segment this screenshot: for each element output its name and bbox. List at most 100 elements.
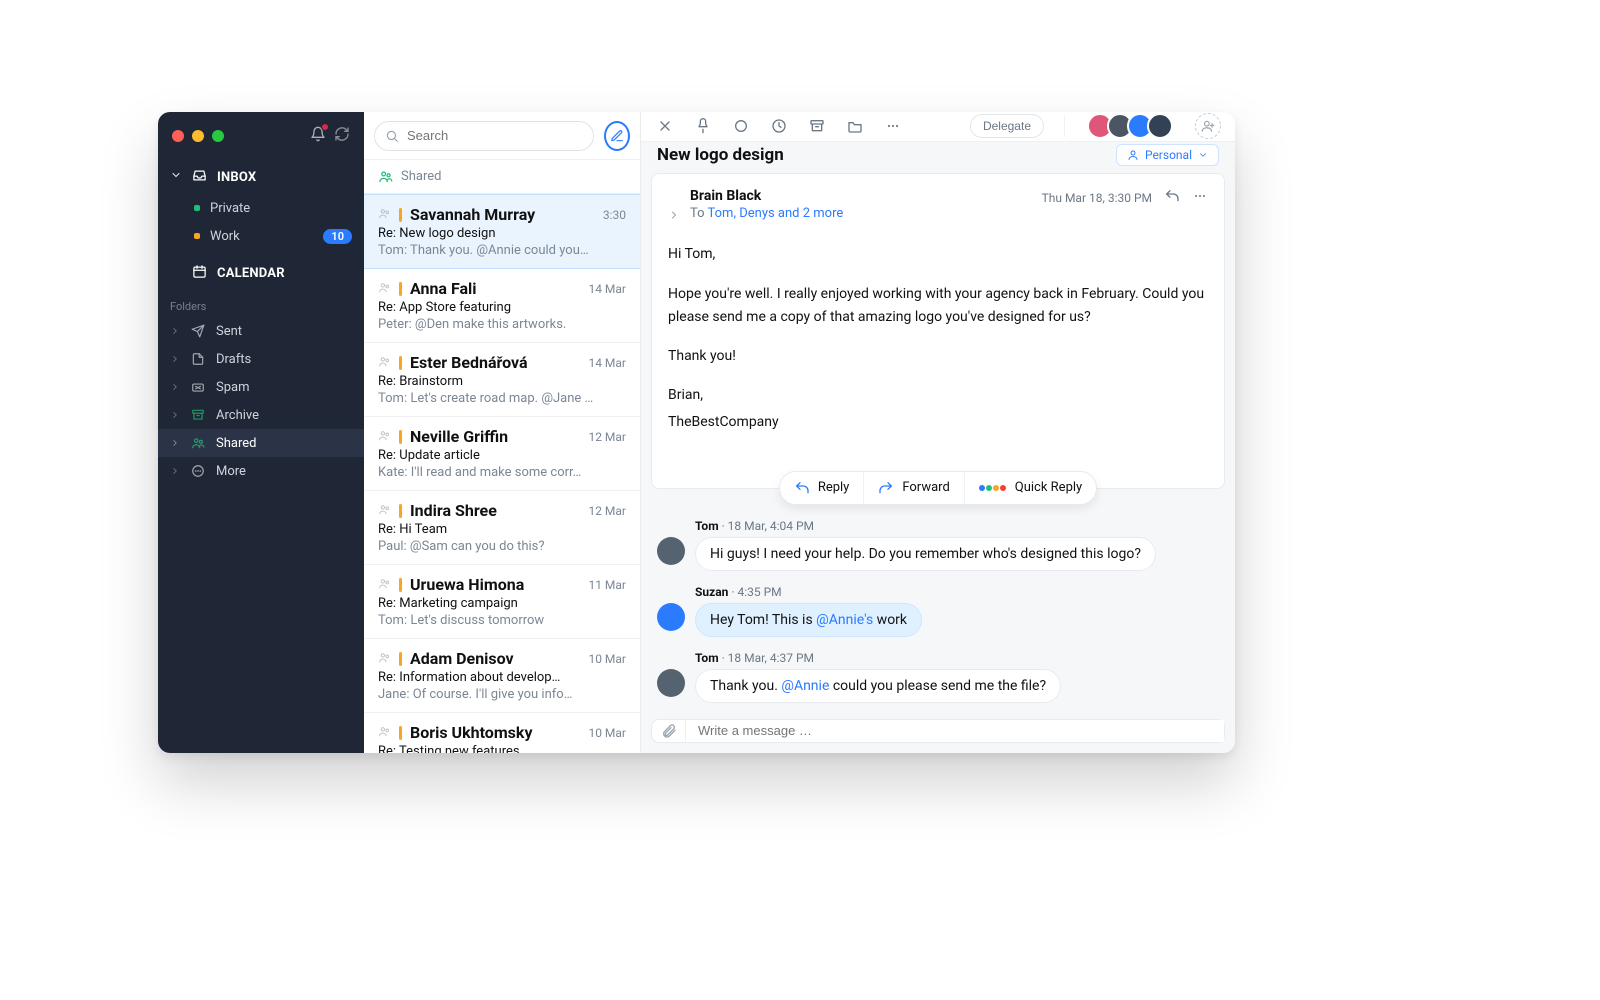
search-field[interactable] (374, 121, 594, 151)
more-icon (190, 464, 206, 478)
add-participant-button[interactable] (1195, 113, 1221, 139)
comment-meta: Tom · 18 Mar, 4:04 PM (695, 519, 1156, 533)
people-icon (378, 427, 391, 446)
mark-unread-button[interactable] (731, 116, 751, 136)
sidebar-item-shared[interactable]: Shared (158, 429, 364, 457)
dot-icon (194, 233, 200, 239)
list-header-label: Shared (401, 169, 441, 184)
participant-avatar[interactable] (1147, 113, 1173, 139)
thread-item[interactable]: Ester Bednářová 14 Mar Re: Brainstorm To… (364, 343, 640, 417)
quick-reply-icon (979, 480, 1007, 495)
sidebar-item-more[interactable]: More (158, 457, 364, 485)
reply-label: Reply (818, 480, 850, 495)
people-icon (378, 575, 391, 594)
close-button[interactable] (655, 116, 675, 136)
comment-meta: Tom · 18 Mar, 4:37 PM (695, 651, 1061, 665)
sidebar-item-drafts[interactable]: Drafts (158, 345, 364, 373)
expand-toggle[interactable] (668, 206, 680, 225)
email-recipients: To Tom, Denys and 2 more (690, 206, 843, 221)
delegate-button[interactable]: Delegate (970, 114, 1044, 138)
thread-item[interactable]: Savannah Murray 3:30 Re: New logo design… (364, 194, 640, 269)
traffic-light-minimize[interactable] (192, 130, 204, 142)
comment-bubble: Thank you. @Annie could you please send … (695, 669, 1061, 703)
tag-pill[interactable]: Personal (1116, 144, 1219, 166)
forward-icon (878, 480, 894, 496)
sidebar-inbox-work[interactable]: Work 10 (158, 222, 364, 250)
sidebar-item-archive[interactable]: Archive (158, 401, 364, 429)
comment-compose (651, 719, 1225, 743)
reply-button[interactable]: Reply (780, 472, 864, 504)
traffic-light-zoom[interactable] (212, 130, 224, 142)
attach-button[interactable] (652, 720, 686, 742)
sidebar-section-calendar[interactable]: CALENDAR (158, 256, 364, 290)
flag-indicator (399, 504, 402, 518)
pin-button[interactable] (693, 116, 713, 136)
more-button[interactable] (883, 116, 903, 136)
archive-button[interactable] (807, 116, 827, 136)
notifications-icon[interactable] (310, 126, 326, 146)
reading-pane: Delegate New logo design Personal Brain … (641, 112, 1235, 753)
recipients-link[interactable]: Tom, Denys and 2 more (708, 206, 844, 221)
app-window: INBOX Private Work 10 CALENDAR Folders S… (158, 112, 1235, 753)
notification-dot (321, 123, 329, 131)
thread-subject: Re: New logo design (378, 226, 626, 241)
shared-icon (190, 436, 206, 450)
private-label: Private (210, 201, 250, 216)
chevron-right-icon (170, 326, 180, 336)
comment-row: Tom · 18 Mar, 4:37 PM Thank you. @Annie … (657, 651, 1219, 703)
thread-item[interactable]: Uruewa Himona 11 Mar Re: Marketing campa… (364, 565, 640, 639)
dots-icon (1192, 188, 1208, 204)
forward-button[interactable]: Forward (863, 472, 963, 504)
thread-snippet: Peter: @Den make this artworks. (378, 317, 626, 332)
search-input[interactable] (407, 128, 583, 143)
thread-date: 3:30 (603, 208, 626, 222)
thread-date: 14 Mar (588, 282, 626, 296)
flag-indicator (399, 652, 402, 666)
email-more-button[interactable] (1192, 188, 1208, 207)
person-icon (1127, 149, 1139, 161)
spam-icon (190, 380, 206, 394)
thread-sender: Anna Fali (410, 279, 477, 298)
thread-subject: Re: Testing new features (378, 744, 626, 753)
calendar-icon (192, 264, 207, 283)
sidebar-section-inbox[interactable]: INBOX (158, 160, 364, 194)
chevron-right-icon (170, 410, 180, 420)
thread-subject: Re: Information about develop… (378, 670, 626, 685)
sidebar-inbox-private[interactable]: Private (158, 194, 364, 222)
folder-icon (847, 118, 863, 134)
thread-item[interactable]: Indira Shree 12 Mar Re: Hi Team Paul: @S… (364, 491, 640, 565)
list-header: Shared (364, 160, 640, 194)
people-icon (378, 205, 391, 224)
thread-item[interactable]: Anna Fali 14 Mar Re: App Store featuring… (364, 269, 640, 343)
chevron-right-icon (170, 438, 180, 448)
mention[interactable]: @Annie (781, 678, 829, 694)
thread-sender: Neville Griffin (410, 427, 508, 446)
reply-icon-button[interactable] (1164, 188, 1180, 207)
flag-indicator (399, 726, 402, 740)
mention[interactable]: @Annie's (816, 612, 873, 628)
compose-input[interactable] (686, 720, 1224, 742)
thread-item[interactable]: Adam Denisov 10 Mar Re: Information abou… (364, 639, 640, 713)
chevron-right-icon (170, 466, 180, 476)
thread-item[interactable]: Neville Griffin 12 Mar Re: Update articl… (364, 417, 640, 491)
thread-snippet: Tom: Thank you. @Annie could you… (378, 243, 626, 258)
thread-snippet: Paul: @Sam can you do this? (378, 539, 626, 554)
traffic-light-close[interactable] (172, 130, 184, 142)
quick-reply-button[interactable]: Quick Reply (964, 472, 1096, 504)
compose-button[interactable] (604, 121, 630, 151)
email-header: Brain Black To Tom, Denys and 2 more Thu… (668, 188, 1208, 225)
thread-snippet: Jane: Of course. I'll give you info… (378, 687, 626, 702)
sidebar-item-sent[interactable]: Sent (158, 317, 364, 345)
sync-icon[interactable] (334, 126, 350, 146)
email-body: Hi Tom, Hope you're well. I really enjoy… (668, 225, 1208, 454)
folders-heading: Folders (158, 290, 364, 317)
comment-row: Suzan · 4:35 PM Hey Tom! This is @Annie'… (657, 585, 1219, 637)
participant-avatars (1093, 113, 1173, 139)
sidebar-item-label: Shared (216, 436, 256, 451)
snooze-button[interactable] (769, 116, 789, 136)
thread-item[interactable]: Boris Ukhtomsky 10 Mar Re: Testing new f… (364, 713, 640, 753)
email-card: Brain Black To Tom, Denys and 2 more Thu… (651, 173, 1225, 489)
move-button[interactable] (845, 116, 865, 136)
sidebar-item-spam[interactable]: Spam (158, 373, 364, 401)
send-icon (190, 324, 206, 338)
